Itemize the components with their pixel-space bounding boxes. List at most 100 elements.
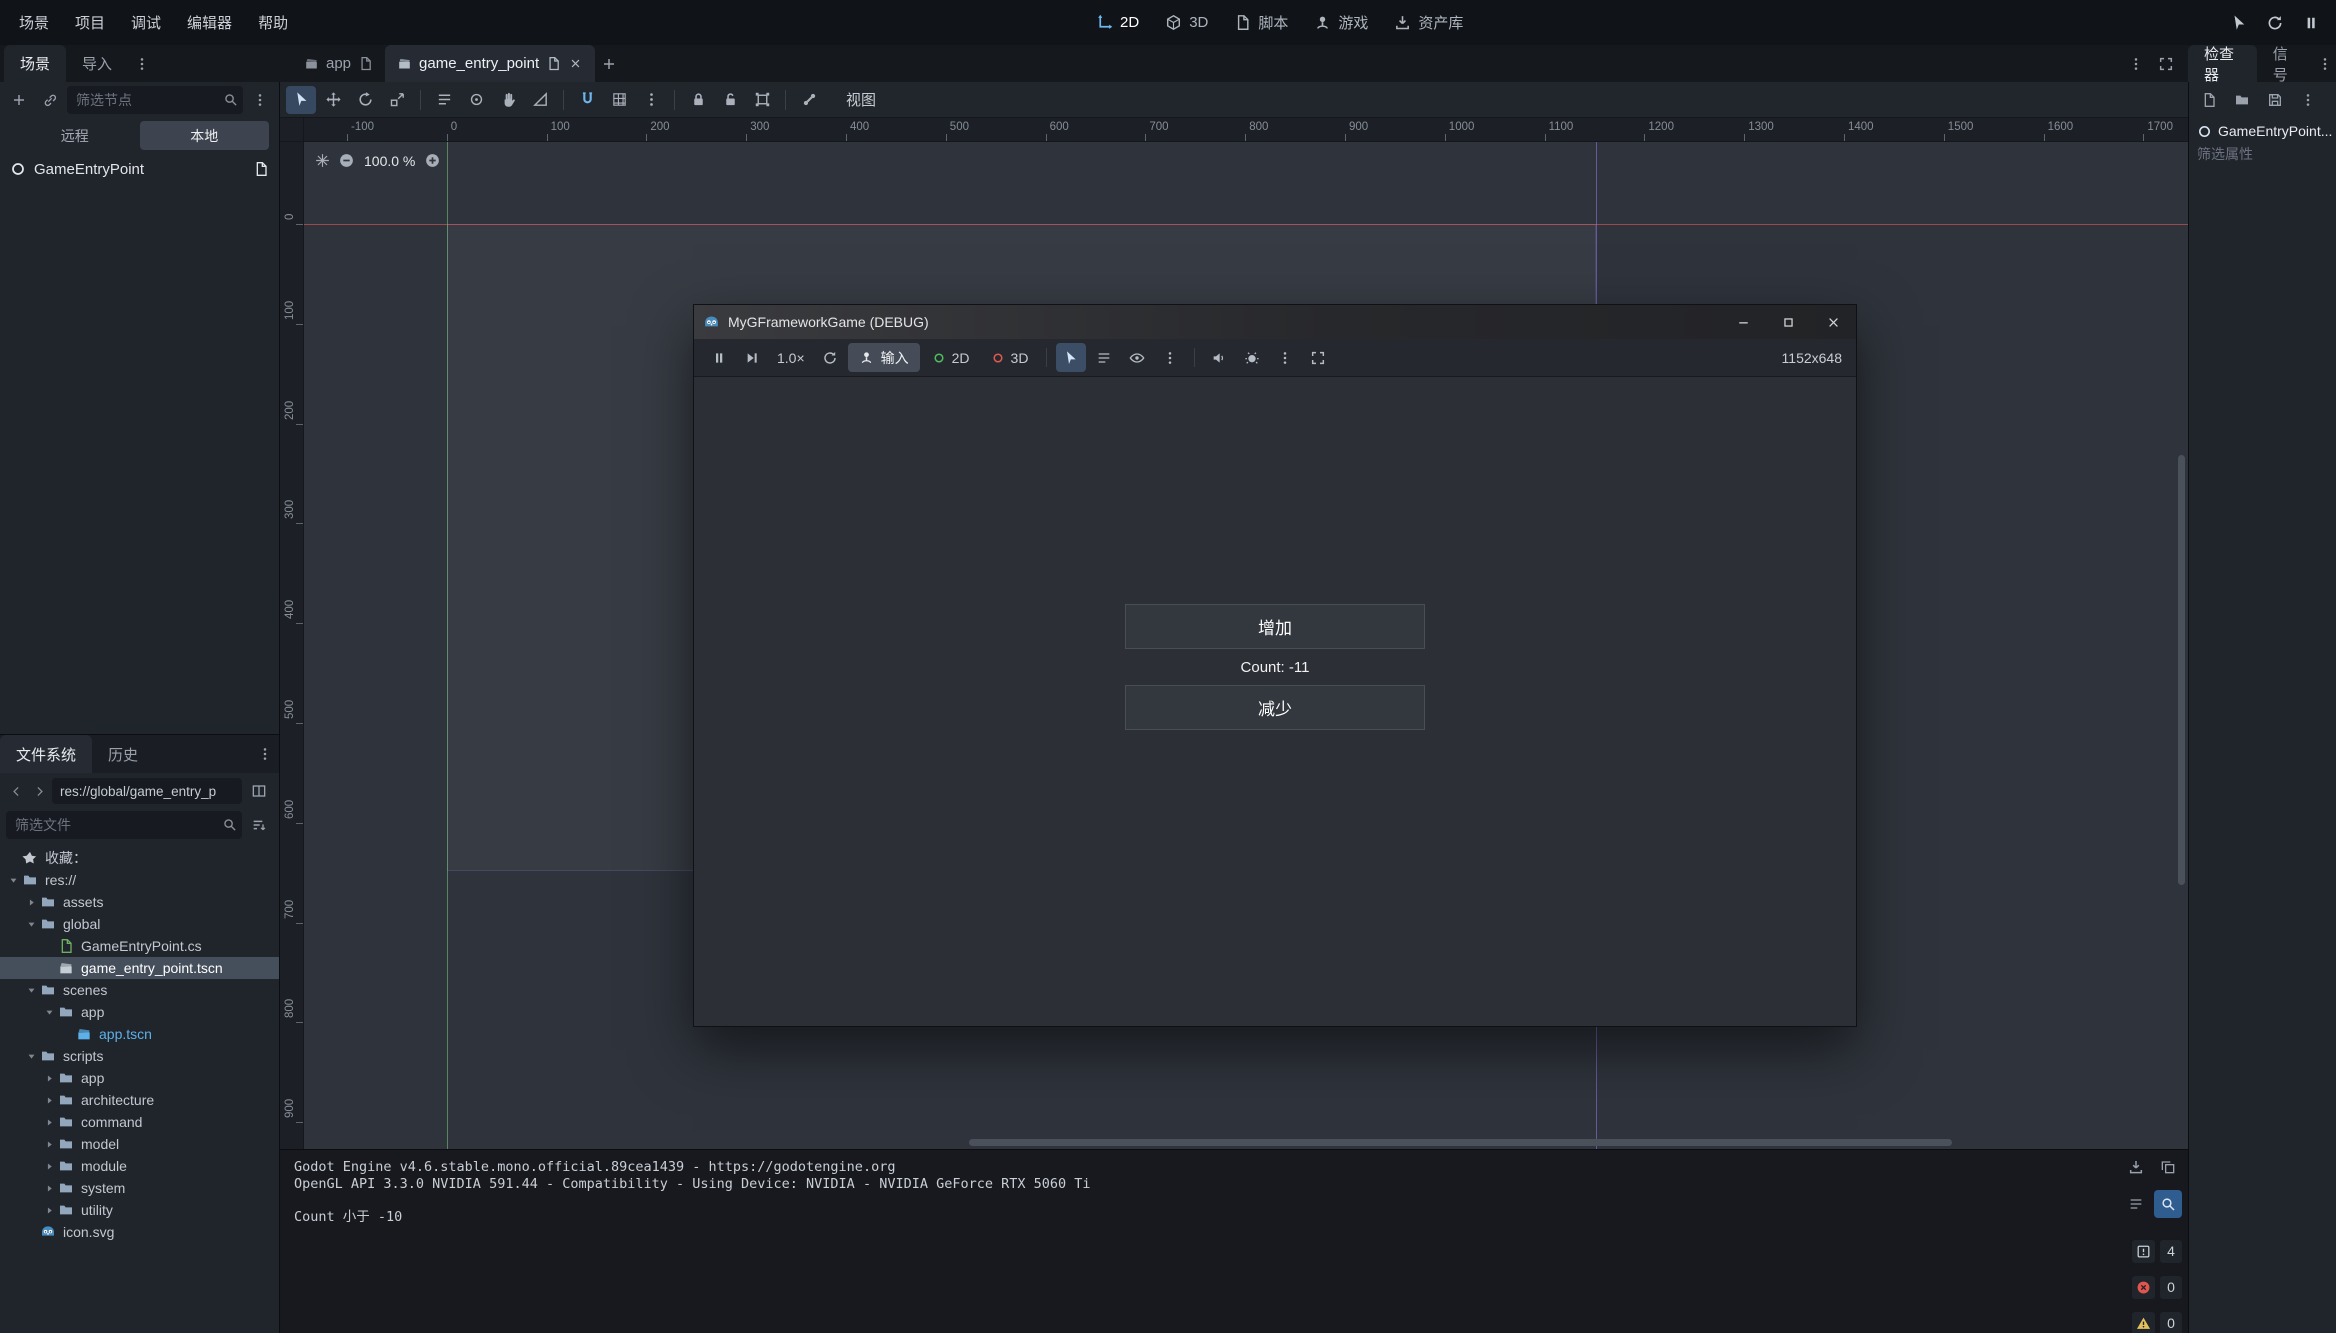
errors-badge[interactable]: 0 <box>2116 1276 2182 1299</box>
grid-snap-button[interactable] <box>604 86 634 114</box>
run-game-icon[interactable] <box>2224 8 2254 38</box>
tree-expand-icon[interactable] <box>42 1139 57 1150</box>
script-icon[interactable] <box>358 56 373 71</box>
fs-item-command[interactable]: command <box>0 1111 279 1133</box>
save-log-icon[interactable] <box>2122 1153 2150 1181</box>
tree-collapse-icon[interactable] <box>24 919 39 930</box>
clear-log-icon[interactable] <box>2122 1190 2150 1218</box>
tab-inspector[interactable]: 检查器 <box>2188 45 2257 82</box>
zoom-level[interactable]: 100.0 % <box>362 153 417 169</box>
zoom-out-icon[interactable] <box>338 152 355 169</box>
fs-item-scenes[interactable]: scenes <box>0 979 279 1001</box>
tree-expand-icon[interactable] <box>42 1205 57 1216</box>
tab-filesystem[interactable]: 文件系统 <box>0 735 92 773</box>
camera-override-button[interactable] <box>1122 343 1152 372</box>
suspend-button[interactable] <box>704 343 734 372</box>
fs-item-global[interactable]: global <box>0 913 279 935</box>
workspace-assetlib-button[interactable]: 资产库 <box>1383 7 1474 39</box>
scene-tree-root-node[interactable]: GameEntryPoint <box>0 154 279 184</box>
fs-item-app-tscn[interactable]: app.tscn <box>0 1023 279 1045</box>
canvas-v-scrollbar[interactable] <box>2176 142 2186 1135</box>
increase-button[interactable]: 增加 <box>1125 604 1425 649</box>
tab-history[interactable]: 历史 <box>92 735 154 773</box>
tree-expand-icon[interactable] <box>42 1183 57 1194</box>
lock-selected-button[interactable] <box>683 86 713 114</box>
scale-mode-button[interactable] <box>382 86 412 114</box>
snap-options-button[interactable] <box>636 86 666 114</box>
workspace-script-button[interactable]: 脚本 <box>1223 7 1299 39</box>
group-selected-button[interactable] <box>747 86 777 114</box>
new-resource-icon[interactable] <box>2195 86 2223 114</box>
tab-scene-dock[interactable]: 场景 <box>4 45 66 82</box>
fs-item-favorites[interactable]: 收藏： <box>0 847 279 869</box>
pan-mode-button[interactable] <box>493 86 523 114</box>
add-node-icon[interactable] <box>5 86 33 114</box>
v-scroll-thumb[interactable] <box>2178 455 2185 885</box>
expand-viewport-icon[interactable] <box>2152 50 2180 78</box>
tree-expand-icon[interactable] <box>24 897 39 908</box>
camera-2d-button[interactable]: 2D <box>923 343 979 372</box>
warnings-badge[interactable]: 0 <box>2116 1312 2182 1333</box>
fs-item-game-entry-point-tscn[interactable]: game_entry_point.tscn <box>0 957 279 979</box>
skeleton-options-button[interactable] <box>794 86 824 114</box>
reset-zoom-button[interactable] <box>815 343 845 372</box>
fs-item-icon-svg[interactable]: icon.svg <box>0 1221 279 1243</box>
game-menu-icon[interactable] <box>1270 343 1300 372</box>
tree-collapse-icon[interactable] <box>24 1051 39 1062</box>
pivot-mode-button[interactable] <box>461 86 491 114</box>
game-select-mode-button[interactable] <box>1056 343 1086 372</box>
fs-item-res-root[interactable]: res:// <box>0 869 279 891</box>
filter-files-input[interactable] <box>6 811 242 839</box>
restart-game-icon[interactable] <box>2260 8 2290 38</box>
new-scene-tab-button[interactable] <box>595 50 623 78</box>
menu-debug[interactable]: 调试 <box>118 0 174 45</box>
tree-collapse-icon[interactable] <box>42 1007 57 1018</box>
sort-files-icon[interactable] <box>245 811 273 839</box>
camera-options-menu-icon[interactable] <box>1155 343 1185 372</box>
input-mode-button[interactable]: 输入 <box>848 343 920 372</box>
search-log-icon[interactable] <box>2154 1190 2182 1218</box>
fs-item-utility[interactable]: utility <box>0 1199 279 1221</box>
fs-path-input[interactable] <box>52 778 242 804</box>
fs-item-scenes-app[interactable]: app <box>0 1001 279 1023</box>
tree-expand-icon[interactable] <box>42 1117 57 1128</box>
scene-dock-menu-icon[interactable] <box>128 50 156 78</box>
copy-log-icon[interactable] <box>2154 1153 2182 1181</box>
debug-options-button[interactable] <box>1237 343 1267 372</box>
fs-item-architecture[interactable]: architecture <box>0 1089 279 1111</box>
fs-item-scripts[interactable]: scripts <box>0 1045 279 1067</box>
fs-item-assets[interactable]: assets <box>0 891 279 913</box>
close-tab-icon[interactable] <box>568 56 583 71</box>
view-menu-button[interactable]: 视图 <box>836 86 886 114</box>
pause-game-icon[interactable] <box>2296 8 2326 38</box>
fs-item-module[interactable]: module <box>0 1155 279 1177</box>
split-view-icon[interactable] <box>245 777 273 805</box>
inspected-node-row[interactable]: GameEntryPoint... <box>2189 118 2336 144</box>
local-tab[interactable]: 本地 <box>140 121 270 150</box>
filesystem-menu-icon[interactable] <box>251 740 279 768</box>
unlock-selected-button[interactable] <box>715 86 745 114</box>
tree-collapse-icon[interactable] <box>6 875 21 886</box>
center-view-icon[interactable] <box>314 152 331 169</box>
decrease-button[interactable]: 减少 <box>1125 685 1425 730</box>
embed-fullscreen-button[interactable] <box>1303 343 1333 372</box>
messages-badge[interactable]: 4 <box>2116 1240 2182 1263</box>
menu-scene[interactable]: 场景 <box>6 0 62 45</box>
tab-import-dock[interactable]: 导入 <box>66 45 128 82</box>
tab-scene-game-entry-point[interactable]: game_entry_point <box>385 45 595 82</box>
close-button[interactable] <box>1811 305 1856 339</box>
menu-project[interactable]: 项目 <box>62 0 118 45</box>
scene-tree-menu-icon[interactable] <box>246 86 274 114</box>
filter-properties-input[interactable] <box>2197 146 2328 162</box>
filter-nodes-input[interactable] <box>67 86 243 114</box>
minimize-button[interactable] <box>1721 305 1766 339</box>
menu-help[interactable]: 帮助 <box>245 0 301 45</box>
ruler-mode-button[interactable] <box>525 86 555 114</box>
h-scroll-thumb[interactable] <box>969 1139 1952 1146</box>
fs-item-gameentrypoint-cs[interactable]: GameEntryPoint.cs <box>0 935 279 957</box>
fs-item-scripts-app[interactable]: app <box>0 1067 279 1089</box>
select-mode-button[interactable] <box>286 86 316 114</box>
mute-audio-button[interactable] <box>1204 343 1234 372</box>
game-window-titlebar[interactable]: MyGFrameworkGame (DEBUG) <box>694 305 1856 339</box>
zoom-in-icon[interactable] <box>424 152 441 169</box>
